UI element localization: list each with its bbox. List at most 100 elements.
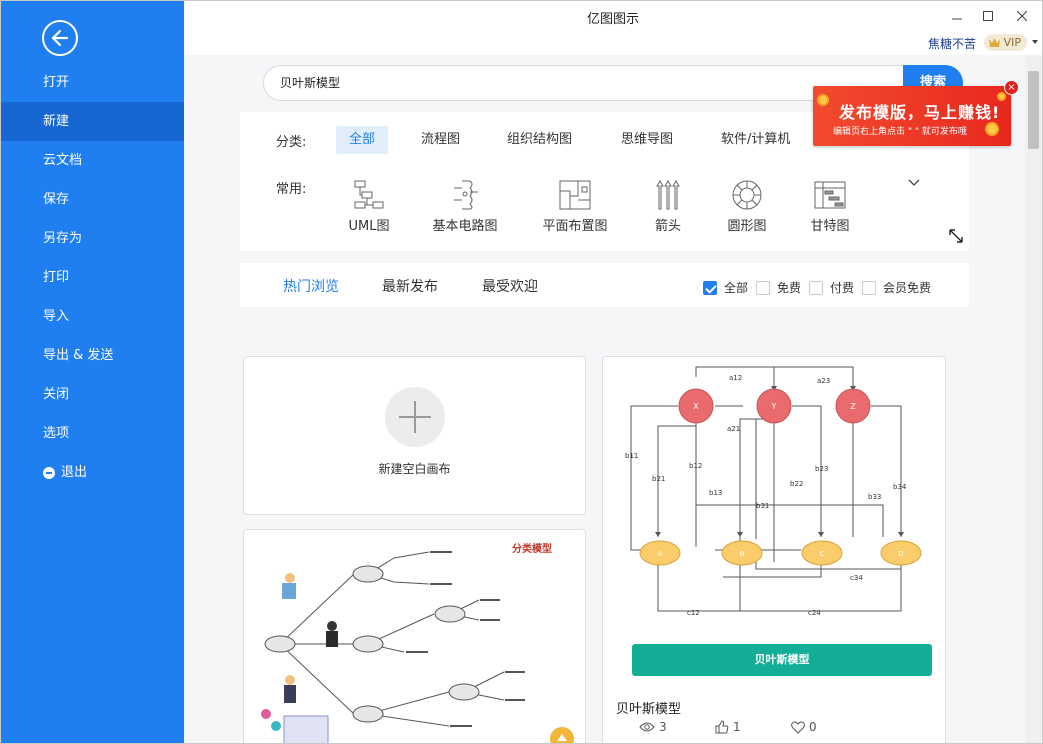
filter-free[interactable]: 免费 xyxy=(756,279,801,296)
edge-label: b12 xyxy=(689,462,702,470)
edge-label: b34 xyxy=(893,483,907,491)
sidebar-item-label: 云文档 xyxy=(43,153,83,168)
edge-label: b22 xyxy=(790,480,803,488)
sidebar-item-label: 导出 & 发送 xyxy=(43,348,114,363)
user-name[interactable]: 焦糖不苦 xyxy=(928,35,976,52)
back-button[interactable] xyxy=(42,20,78,56)
sidebar-item-save[interactable]: 保存 xyxy=(1,180,184,219)
bayes-node-z: Z xyxy=(850,402,856,411)
sidebar-item-close[interactable]: 关闭 xyxy=(1,375,184,414)
edge-label: c24 xyxy=(808,609,821,617)
vip-badge[interactable]: VIP xyxy=(983,34,1027,51)
bayes-node-c: C xyxy=(820,550,825,558)
exit-icon xyxy=(43,466,55,479)
checkbox[interactable] xyxy=(703,280,717,295)
filter-paid[interactable]: 付费 xyxy=(809,279,854,296)
sidebar-item-label: 关闭 xyxy=(43,387,70,402)
sidebar-item-exit[interactable]: 退出 xyxy=(1,453,184,492)
crown-icon xyxy=(988,38,1000,47)
filter-label: 全部 xyxy=(724,281,749,295)
checkbox[interactable] xyxy=(809,280,823,295)
edge-label: a21 xyxy=(727,425,740,433)
scrollbar-thumb[interactable] xyxy=(1028,71,1039,149)
classification-thumbnail: 分类模型 xyxy=(261,542,552,743)
favorites-stat[interactable]: 0 xyxy=(791,720,817,734)
checkbox[interactable] xyxy=(756,280,770,295)
search-input[interactable] xyxy=(280,75,880,89)
classification-heading: 分类模型 xyxy=(512,542,552,555)
tab-popular[interactable]: 最受欢迎 xyxy=(482,276,538,296)
edge-label: b31 xyxy=(756,502,769,510)
likes-stat[interactable]: 1 xyxy=(715,720,741,734)
eye-icon xyxy=(639,722,655,732)
heart-icon xyxy=(791,721,805,734)
new-blank-canvas-card[interactable]: 新建空白画布 xyxy=(243,356,586,515)
bayes-use-button[interactable]: 贝叶斯模型 xyxy=(632,644,932,676)
vertical-scrollbar[interactable] xyxy=(1025,55,1042,743)
thumbs-up-icon xyxy=(715,720,729,734)
common-item-label: 平面布置图 xyxy=(542,219,608,234)
common-item-circle-chart[interactable]: 圆形图 xyxy=(702,178,792,234)
tab-org-chart[interactable]: 组织结构图 xyxy=(494,126,585,154)
chevron-down-icon[interactable] xyxy=(907,176,921,190)
filter-all[interactable]: 全部 xyxy=(703,279,748,296)
common-item-uml[interactable]: UML图 xyxy=(324,178,414,234)
views-stat: 3 xyxy=(639,720,667,734)
expand-icon[interactable] xyxy=(948,228,964,244)
sidebar-item-cloud-docs[interactable]: 云文档 xyxy=(1,141,184,180)
sidebar-item-label: 打开 xyxy=(43,75,70,90)
checkbox[interactable] xyxy=(862,280,876,295)
sidebar-item-label: 选项 xyxy=(43,426,70,441)
main-content: 搜索 分类: 全部 流程图 组织结构图 思维导图 软件/计算机 常用: UML图 xyxy=(184,55,1024,743)
minimize-button[interactable] xyxy=(946,5,968,27)
tab-software-computer[interactable]: 软件/计算机 xyxy=(708,126,803,154)
common-item-circuit[interactable]: 基本电路图 xyxy=(420,178,510,234)
sidebar-item-open[interactable]: 打开 xyxy=(1,63,184,102)
tab-mind-map[interactable]: 思维导图 xyxy=(608,126,686,154)
title-bar: 亿图图示 xyxy=(184,1,1042,31)
common-item-label: 箭头 xyxy=(654,219,681,234)
edge-label: b21 xyxy=(652,475,665,483)
new-blank-label: 新建空白画布 xyxy=(378,462,451,476)
common-item-label: UML图 xyxy=(348,219,390,234)
common-item-arrow[interactable]: 箭头 xyxy=(623,178,713,234)
circuit-icon xyxy=(454,180,478,210)
template-card-bayes[interactable]: X Y Z A B C D a12 a23 a21 b11 b12 b21 b1… xyxy=(602,356,946,743)
sidebar-item-new[interactable]: 新建 xyxy=(1,102,184,141)
sidebar-item-label: 打印 xyxy=(43,270,70,285)
user-bar: 焦糖不苦 VIP xyxy=(184,31,1042,55)
tab-hot[interactable]: 热门浏览 xyxy=(283,276,339,296)
maximize-button[interactable] xyxy=(977,5,999,27)
common-item-floorplan[interactable]: 平面布置图 xyxy=(530,178,620,234)
tab-all[interactable]: 全部 xyxy=(336,126,389,154)
sidebar-item-save-as[interactable]: 另存为 xyxy=(1,219,184,258)
promo-subtitle: 编辑页右上角点击 " " 就可发布哦 xyxy=(833,127,967,137)
bayes-node-a: A xyxy=(658,550,663,558)
coin-decoration xyxy=(817,94,829,106)
template-card-classification[interactable]: 分类模型 xyxy=(243,529,586,743)
bayes-node-b: B xyxy=(740,550,745,558)
window-title: 亿图图示 xyxy=(586,12,639,27)
tab-flowchart[interactable]: 流程图 xyxy=(408,126,473,154)
common-item-gantt[interactable]: 甘特图 xyxy=(785,178,875,234)
sidebar-item-import[interactable]: 导入 xyxy=(1,297,184,336)
bayes-node-x: X xyxy=(693,402,699,411)
bayes-card-title: 贝叶斯模型 xyxy=(616,702,682,717)
filter-member-free[interactable]: 会员免费 xyxy=(862,279,931,296)
common-item-label: 圆形图 xyxy=(727,219,767,234)
close-button[interactable] xyxy=(1011,5,1033,27)
promo-close-button[interactable]: × xyxy=(1004,80,1019,95)
common-label: 常用: xyxy=(276,182,307,197)
sidebar-item-print[interactable]: 打印 xyxy=(1,258,184,297)
sidebar-item-options[interactable]: 选项 xyxy=(1,414,184,453)
chevron-down-icon[interactable] xyxy=(1032,40,1038,44)
floorplan-icon xyxy=(559,180,591,210)
sidebar-item-label: 新建 xyxy=(43,114,70,129)
sidebar-item-export-send[interactable]: 导出 & 发送 xyxy=(1,336,184,375)
close-icon xyxy=(1017,11,1027,21)
promo-banner[interactable]: 发布模版，马上赚钱! 编辑页右上角点击 " " 就可发布哦 × xyxy=(813,80,1019,146)
sidebar-menu: 打开 新建 云文档 保存 另存为 打印 导入 导出 & 发送 关闭 选项 退出 xyxy=(1,63,184,492)
edge-label: c12 xyxy=(687,609,700,617)
tab-latest[interactable]: 最新发布 xyxy=(382,276,438,296)
uml-icon xyxy=(354,180,384,209)
